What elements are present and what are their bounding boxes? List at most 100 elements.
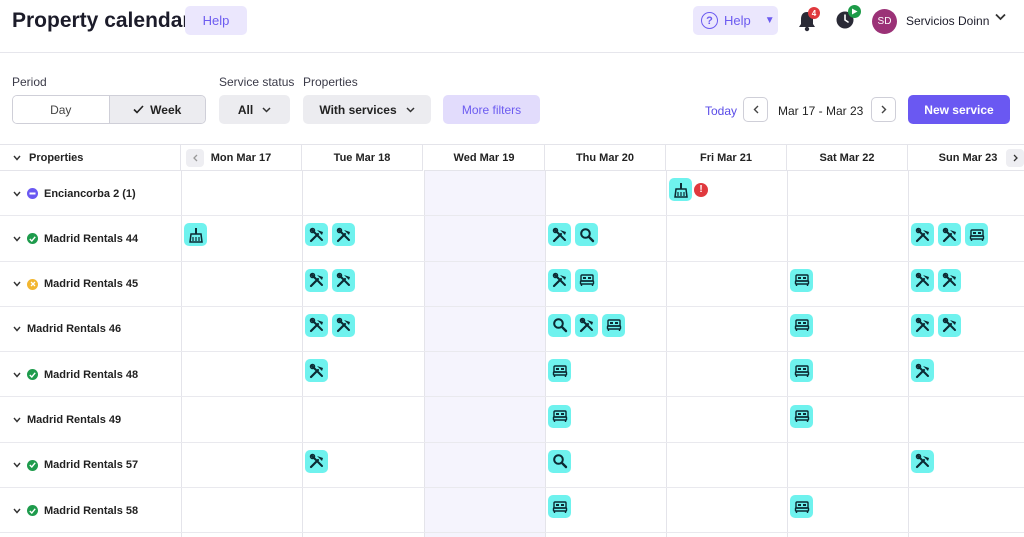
tools-service-icon[interactable] [938,268,961,292]
day-header: Fri Mar 21 [666,145,787,171]
period-toggle[interactable]: Day Week [12,95,206,124]
tools-service-icon[interactable] [938,313,961,337]
chevron-down-icon[interactable] [13,189,21,199]
user-name[interactable]: Servicios Doinn [906,14,989,28]
tools-service-icon[interactable] [911,449,934,473]
search-service-icon[interactable] [548,313,571,337]
property-label[interactable]: Madrid Rentals 49 [13,398,121,443]
chevron-down-icon[interactable] [13,324,21,334]
service-status-dropdown[interactable]: All [219,95,290,124]
play-icon [848,5,861,18]
tools-service-icon[interactable] [332,268,355,292]
property-label[interactable]: Madrid Rentals 48 [13,352,138,397]
service-cell [911,359,934,383]
tools-service-icon[interactable] [305,223,328,247]
property-label[interactable]: Enciancorba 2 (1) [13,171,136,216]
search-service-icon[interactable] [548,449,571,473]
tools-service-icon[interactable] [938,223,961,247]
property-label[interactable]: Madrid Rentals 46 [13,307,121,352]
property-label[interactable]: Madrid Rentals 58 [13,488,138,533]
tools-service-icon[interactable] [305,313,328,337]
tools-service-icon[interactable] [332,313,355,337]
bed-service-icon[interactable] [965,223,988,247]
chevron-down-icon[interactable] [13,234,21,244]
chevron-down-icon [262,106,271,113]
property-label[interactable]: Madrid Rentals 45 [13,262,138,307]
chevron-down-icon[interactable] [13,370,21,380]
bed-service-icon[interactable] [548,404,571,428]
page-title: Property calendar [12,9,191,32]
chevron-down-icon[interactable] [13,506,21,516]
service-cell [305,313,355,337]
bed-service-icon[interactable] [548,495,571,519]
property-name: Madrid Rentals 48 [44,368,139,381]
properties-dropdown[interactable]: With services [303,95,431,124]
chevron-down-icon[interactable] [13,415,21,425]
bed-service-icon[interactable] [790,313,813,337]
bed-service-icon[interactable] [790,268,813,292]
cleaning-service-icon[interactable] [669,178,692,201]
service-cell [790,313,813,337]
chevron-down-icon[interactable] [13,279,21,289]
properties-column-header[interactable]: Properties [0,145,181,171]
service-cell [184,223,207,247]
search-service-icon[interactable] [575,223,598,247]
notification-badge: 4 [808,7,820,19]
avatar[interactable]: SD [872,9,897,34]
tools-service-icon[interactable] [911,359,934,383]
chevron-down-icon[interactable] [13,460,21,470]
properties-label: Properties [303,75,358,89]
day-header: Thu Mar 20 [545,145,666,171]
tools-service-icon[interactable] [575,313,598,337]
period-option-day[interactable]: Day [13,96,110,123]
day-header: Mon Mar 17 [181,145,302,171]
user-menu-chevron-icon[interactable] [995,12,1006,24]
help-menu-button[interactable]: ? Help ▼ [693,6,778,35]
property-label[interactable]: Madrid Rentals 57 [13,443,138,488]
service-cell [790,404,813,428]
period-option-week-label: Week [150,102,182,117]
service-cell [548,313,625,337]
help-button[interactable]: Help [185,6,247,35]
today-link[interactable]: Today [705,104,737,118]
period-label: Period [12,75,47,89]
tools-service-icon[interactable] [548,223,571,247]
property-label[interactable]: Madrid Rentals 44 [13,216,138,261]
more-filters-button[interactable]: More filters [443,95,540,124]
cleaning-service-icon[interactable] [184,223,207,247]
next-week-button[interactable] [871,97,896,122]
bed-service-icon[interactable] [548,359,571,383]
bed-service-icon[interactable] [790,495,813,519]
tools-service-icon[interactable] [305,449,328,473]
bed-service-icon[interactable] [602,313,625,337]
tools-service-icon[interactable] [911,268,934,292]
day-header: Wed Mar 19 [424,145,545,171]
bed-service-icon[interactable] [790,359,813,383]
calendar-grid: Properties Mon Mar 17 Tue Mar 18 Wed Mar 1… [0,144,1024,537]
service-cell [305,359,328,383]
property-row: Madrid Rentals 44 [0,216,1024,262]
check-icon [133,105,144,114]
status-ok-icon [27,505,38,517]
new-service-button[interactable]: New service [908,95,1010,124]
service-cell: ! [669,178,708,201]
property-name: Madrid Rentals 57 [44,459,139,472]
tools-service-icon[interactable] [305,268,328,292]
property-row: Madrid Rentals 58 [0,488,1024,534]
tools-service-icon[interactable] [911,223,934,247]
tools-service-icon[interactable] [911,313,934,337]
chevron-right-icon [881,105,886,114]
day-header: Tue Mar 18 [302,145,423,171]
bed-service-icon[interactable] [575,268,598,292]
property-name: Madrid Rentals 49 [27,414,122,426]
tools-service-icon[interactable] [332,223,355,247]
status-ok-icon [27,459,38,471]
tools-service-icon[interactable] [305,359,328,383]
previous-week-button[interactable] [743,97,768,122]
alert-icon[interactable]: ! [694,182,708,197]
tools-service-icon[interactable] [548,268,571,292]
service-cell [548,223,598,247]
property-row: Madrid Rentals 48 [0,352,1024,398]
period-option-week[interactable]: Week [109,96,205,123]
bed-service-icon[interactable] [790,404,813,428]
